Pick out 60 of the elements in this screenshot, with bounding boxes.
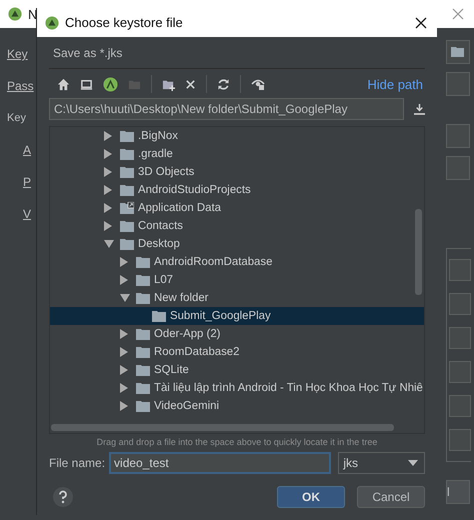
help-icon[interactable] bbox=[53, 487, 73, 507]
dialog-button[interactable]: l bbox=[446, 480, 470, 504]
tree-item[interactable]: Contacts bbox=[50, 217, 424, 235]
collapse-arrow-icon[interactable] bbox=[120, 294, 130, 302]
form-label: A bbox=[23, 142, 32, 159]
tree-item[interactable]: New folder bbox=[50, 289, 424, 307]
tree-item[interactable]: Tài liệu lập trình Android - Tin Học Khoa Học Tự Nhiê bbox=[50, 379, 424, 397]
input-field[interactable] bbox=[449, 327, 471, 349]
input-field[interactable] bbox=[446, 156, 470, 180]
browse-button[interactable] bbox=[446, 40, 470, 64]
tree-item[interactable]: .BigNox bbox=[50, 127, 424, 145]
file-name-field[interactable]: video_test bbox=[109, 452, 332, 474]
tree-item[interactable]: L07 bbox=[50, 271, 424, 289]
caret-icon bbox=[408, 460, 418, 466]
android-studio-icon[interactable] bbox=[103, 76, 118, 92]
input-field[interactable] bbox=[449, 361, 471, 383]
form-label: V bbox=[23, 206, 32, 223]
hint-text: Drag and drop a file into the space above to quickly locate it in the tree bbox=[96, 436, 378, 449]
delete-icon[interactable] bbox=[185, 78, 196, 90]
input-field[interactable] bbox=[446, 72, 470, 96]
tree-item[interactable]: SQLite bbox=[50, 361, 424, 379]
hidden-eye-icon[interactable] bbox=[251, 77, 265, 91]
hide-path-link[interactable]: Hide path bbox=[367, 76, 423, 92]
close-icon[interactable] bbox=[415, 16, 427, 28]
refresh-icon[interactable] bbox=[217, 78, 230, 90]
input-field[interactable] bbox=[449, 259, 471, 281]
tree-item[interactable]: Desktop bbox=[50, 235, 424, 253]
tree-item[interactable]: Oder-App (2) bbox=[50, 325, 424, 343]
input-field[interactable] bbox=[446, 124, 470, 148]
form-label: Pass bbox=[7, 78, 34, 95]
form-label: P bbox=[23, 174, 32, 191]
tree-item[interactable]: RoomDatabase2 bbox=[50, 343, 424, 361]
file-type-dropdown[interactable]: jks bbox=[338, 452, 425, 474]
scrollbar[interactable] bbox=[415, 209, 422, 295]
tree-item[interactable]: Submit_GooglePlay bbox=[50, 307, 424, 325]
download-icon[interactable] bbox=[414, 102, 425, 116]
ok-button[interactable]: OK bbox=[277, 486, 345, 508]
home-icon[interactable] bbox=[57, 78, 70, 90]
input-field[interactable] bbox=[449, 293, 471, 315]
input-field[interactable] bbox=[449, 395, 471, 417]
file-name-label: File name: bbox=[49, 456, 106, 470]
android-studio-icon bbox=[8, 7, 22, 21]
form-label: Key bbox=[7, 46, 28, 63]
tree-item[interactable]: 3D Objects bbox=[50, 163, 424, 181]
dialog-title: Choose keystore file bbox=[65, 15, 183, 30]
scrollbar[interactable] bbox=[51, 424, 394, 431]
tree-item[interactable]: Application Data bbox=[50, 199, 424, 217]
cancel-button[interactable]: Cancel bbox=[357, 486, 425, 508]
input-field[interactable] bbox=[449, 429, 471, 451]
collapse-arrow-icon[interactable] bbox=[104, 240, 114, 248]
form-label: Key bbox=[7, 111, 26, 126]
android-studio-icon bbox=[45, 16, 59, 30]
monitor-icon[interactable] bbox=[80, 78, 93, 90]
path-field[interactable]: C:\Users\huuti\Desktop\New folder\Submit_GooglePlay bbox=[49, 98, 404, 120]
dialog-description: Save as *.jks bbox=[52, 45, 124, 62]
folder-icon bbox=[451, 46, 465, 58]
tree-item[interactable]: AndroidStudioProjects bbox=[50, 181, 424, 199]
tree-item[interactable]: .gradle bbox=[50, 145, 424, 163]
tree-item[interactable]: AndroidRoomDatabase bbox=[50, 253, 424, 271]
tree-item[interactable]: VideoGemini bbox=[50, 397, 424, 415]
